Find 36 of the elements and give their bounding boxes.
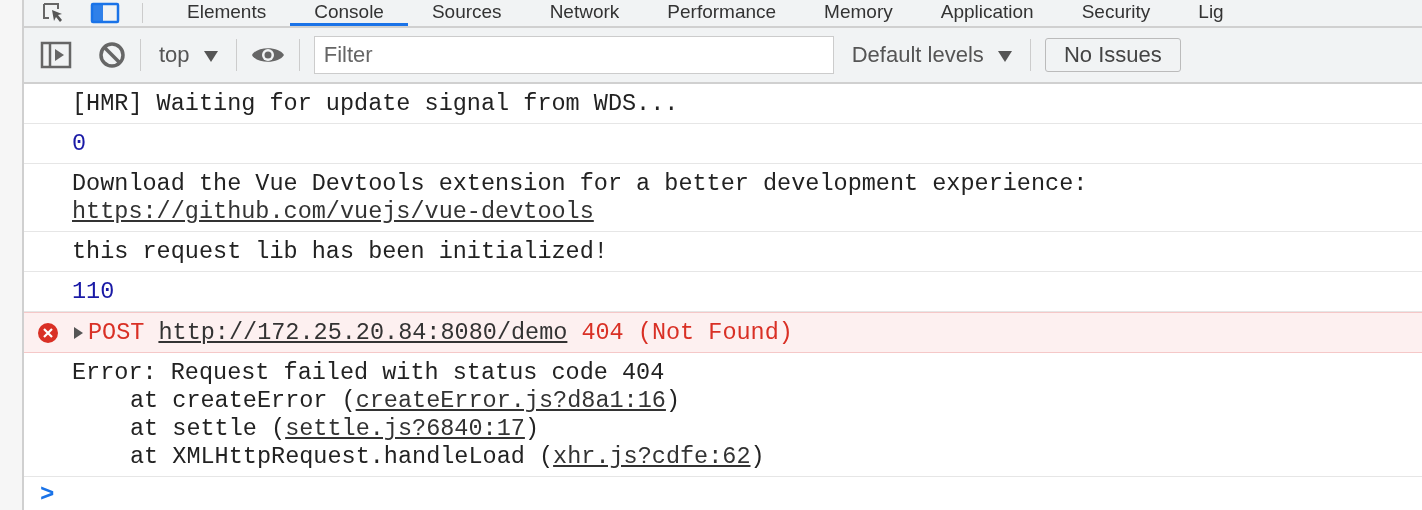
error-icon [38, 323, 58, 343]
stack-frame: at createError (createError.js?d8a1:16) [72, 387, 765, 415]
expand-triangle-icon[interactable] [72, 326, 84, 340]
console-message: Error: Request failed with status code 404 [72, 359, 666, 387]
levels-dropdown[interactable]: Default levels [847, 42, 1016, 68]
panel-tab[interactable]: Security [1057, 0, 1175, 26]
panel-tab[interactable]: Network [525, 0, 644, 26]
device-toolbar-icon[interactable] [90, 2, 120, 24]
console-message: this request lib has been initialized! [72, 238, 608, 266]
console-message: 0 [72, 130, 87, 158]
message-link[interactable]: https://github.com/vuejs/vue-devtools [72, 198, 594, 225]
console-message: 110 [72, 278, 115, 306]
panel-tab[interactable]: Memory [800, 0, 917, 26]
panel-tab[interactable]: Application [916, 0, 1058, 26]
request-url-link[interactable]: http://172.25.20.84:8080/demo [158, 319, 568, 347]
panel-tab[interactable]: Lig [1174, 0, 1248, 26]
panel-tab[interactable]: Elements [163, 0, 291, 26]
filter-field[interactable]: Filter [313, 36, 834, 74]
panel-tab[interactable]: Performance [643, 0, 801, 26]
source-link[interactable]: createError.js?d8a1:16 [355, 387, 666, 414]
stack-frame: at XMLHttpRequest.handleLoad (xhr.js?cdfe:62) [72, 443, 765, 471]
sidebar-toggle-icon[interactable] [40, 41, 72, 69]
panel-tab[interactable]: Sources [407, 0, 526, 26]
source-link[interactable]: xhr.js?cdfe:62 [553, 443, 751, 470]
status-text: 404 (Not Found) [581, 319, 793, 347]
context-dropdown[interactable]: top [155, 42, 222, 68]
stack-frame: at settle (settle.js?6840:17) [72, 415, 765, 443]
caret-icon [997, 50, 1012, 63]
caret-icon [203, 50, 218, 63]
issues-button[interactable]: No Issues [1044, 38, 1181, 72]
console-message: Download the Vue Devtools extension for a better development experience: [72, 170, 1088, 198]
console-message: [HMR] Waiting for update signal from WDS... [72, 90, 679, 118]
clear-console-icon[interactable] [98, 41, 126, 69]
prompt-chevron: > [40, 481, 55, 508]
http-method: POST [88, 319, 145, 347]
source-link[interactable]: settle.js?6840:17 [285, 415, 525, 442]
